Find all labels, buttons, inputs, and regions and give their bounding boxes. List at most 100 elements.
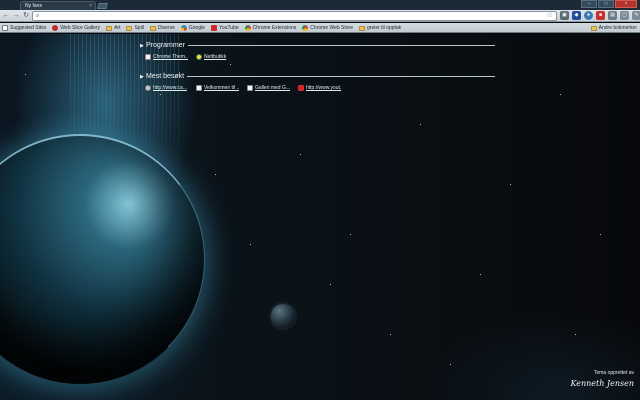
tab-new-tab[interactable]: Ny fane × (20, 1, 96, 10)
bookmark-label: Chrome Web Store (310, 25, 353, 31)
folder-icon (590, 25, 597, 31)
apps-title: Programmer (146, 42, 185, 49)
arrow-left-icon: ← (2, 12, 10, 19)
bookmark-item[interactable]: YouTube (211, 24, 239, 32)
folder-icon (126, 25, 133, 31)
extension-lock-icon[interactable]: ▣ (560, 11, 569, 20)
star-dot (480, 274, 481, 275)
forward-button[interactable]: → (12, 12, 20, 20)
bookmark-label: Web Slice Gallery (60, 25, 101, 31)
apps-header[interactable]: ▶ Programmer (140, 41, 495, 50)
other-bookmarks[interactable]: Andre bokmerker (590, 24, 637, 32)
tab-close-icon[interactable]: × (89, 2, 92, 10)
most-visited-section: ▶ Mest besøkt http://www.ca... Velkommen … (140, 72, 495, 91)
yellow-favicon-icon (196, 54, 202, 60)
tile-link[interactable]: http://www.yout... (298, 85, 341, 91)
ws-favicon-icon (302, 25, 309, 31)
apps-tiles: Chrome Them... Nettbutikk (140, 54, 495, 60)
star-dot (390, 334, 391, 335)
extension-red-icon[interactable]: ■ (596, 11, 605, 20)
bookmark-item[interactable]: Suggested Sites (2, 24, 46, 32)
bookmark-label: Spill (134, 25, 144, 31)
omnibox[interactable]: ⌕ ☆ (32, 11, 557, 21)
star-dot (250, 244, 251, 245)
extension-globe-icon[interactable]: ● (584, 11, 593, 20)
page-menu-icon[interactable]: ▢ (620, 11, 629, 20)
tile-label: Galleri med G... (255, 85, 290, 91)
tile-label: http://www.ca... (153, 85, 187, 91)
bookmark-label: greier til opptak (367, 25, 402, 31)
tile-link[interactable]: http://www.ca... (145, 85, 188, 91)
arrow-right-icon: → (12, 12, 20, 19)
divider (187, 45, 495, 46)
title-bar: Ny fane × – □ × (0, 0, 640, 10)
star-dot (600, 234, 601, 235)
star-dot (420, 124, 421, 125)
divider (187, 76, 495, 77)
star-dot (230, 64, 231, 65)
bookmark-item[interactable]: Spill (126, 24, 144, 32)
star-dot (510, 184, 511, 185)
most-visited-title: Mest besøkt (146, 73, 185, 80)
star-dot (25, 74, 26, 75)
star-dot (215, 174, 216, 175)
bookmark-label: Google (188, 25, 205, 31)
star-dot (350, 234, 351, 235)
tab-title: Ny fane (25, 3, 43, 9)
bookmark-label: Chrome Extensions (252, 25, 297, 31)
maximize-button[interactable]: □ (598, 0, 614, 8)
theme-credit-signature: Kenneth Jensen (570, 379, 634, 388)
address-input[interactable] (45, 12, 535, 20)
moon-image (271, 304, 295, 328)
page-favicon-icon (145, 54, 151, 60)
toolbar: ← → ↻ ⌕ ☆ ▣ ◆ ● ■ ▤ ▢ ✎ (0, 10, 640, 22)
minimize-button[interactable]: – (581, 0, 597, 8)
ws-favicon-icon (244, 25, 251, 31)
theme-credit: Tema opprettet av Kenneth Jensen (570, 370, 634, 388)
bookmark-star-icon[interactable]: ☆ (547, 12, 553, 20)
bookmark-item[interactable]: Chrome Extensions (244, 24, 297, 32)
extension-grey-icon[interactable]: ▤ (608, 11, 617, 20)
folder-icon (106, 25, 113, 31)
bookmark-label: Suggested Sites (10, 25, 47, 31)
most-visited-tiles: http://www.ca... Velkommen til ... Galleri… (140, 85, 495, 91)
close-button[interactable]: × (615, 0, 637, 8)
most-visited-header[interactable]: ▶ Mest besøkt (140, 72, 495, 81)
folder-icon (359, 25, 365, 31)
tile-label: Nettbutikk (204, 54, 227, 60)
back-button[interactable]: ← (2, 12, 10, 20)
star-dot (450, 364, 451, 365)
bookmark-list: Suggested Sites Web Slice Gallery Art Spill… (2, 24, 401, 32)
bookmark-item[interactable]: Web Slice Gallery (52, 24, 100, 32)
theme-credit-text: Tema opprettet av (593, 370, 634, 376)
window-controls: – □ × (581, 0, 637, 8)
bookmark-item[interactable]: Art (106, 24, 120, 32)
cam-favicon-icon (145, 85, 151, 91)
tile-link[interactable]: Nettbutikk (196, 54, 239, 60)
bookmark-item[interactable]: Google (180, 24, 205, 32)
bookmark-item[interactable]: Diverse (149, 24, 175, 32)
yt-favicon-icon (298, 85, 304, 91)
google-favicon-icon (180, 25, 187, 31)
tile-link[interactable]: Chrome Them... (145, 54, 188, 60)
tile-label: Velkommen til ... (204, 85, 239, 91)
bookmark-item[interactable]: greier til opptak (359, 24, 401, 32)
bookmark-item[interactable]: Chrome Web Store (302, 24, 353, 32)
yt-favicon-icon (211, 25, 217, 31)
bookmarks-bar: Suggested Sites Web Slice Gallery Art Spill… (0, 23, 640, 33)
new-tab-button[interactable] (97, 3, 108, 9)
star-dot (330, 284, 331, 285)
tile-label: http://www.yout... (306, 85, 341, 91)
bookmark-label: Diverse (157, 25, 175, 31)
red-favicon-icon (52, 25, 59, 31)
extension-icons: ▣ ◆ ● ■ ▤ ▢ ✎ (560, 11, 640, 20)
tile-link[interactable]: Galleri med G... (247, 85, 290, 91)
extension-shield-icon[interactable]: ◆ (572, 11, 581, 20)
wrench-icon[interactable]: ✎ (632, 11, 640, 20)
reload-button[interactable]: ↻ (22, 12, 30, 20)
tile-link[interactable]: Velkommen til ... (196, 85, 239, 91)
tile-label: Chrome Them... (153, 54, 188, 60)
bookmark-label: Art (114, 25, 121, 31)
new-tab-page: ▶ Programmer Chrome Them... Nettbutikk ▶ … (0, 34, 640, 400)
star-dot (575, 334, 576, 335)
